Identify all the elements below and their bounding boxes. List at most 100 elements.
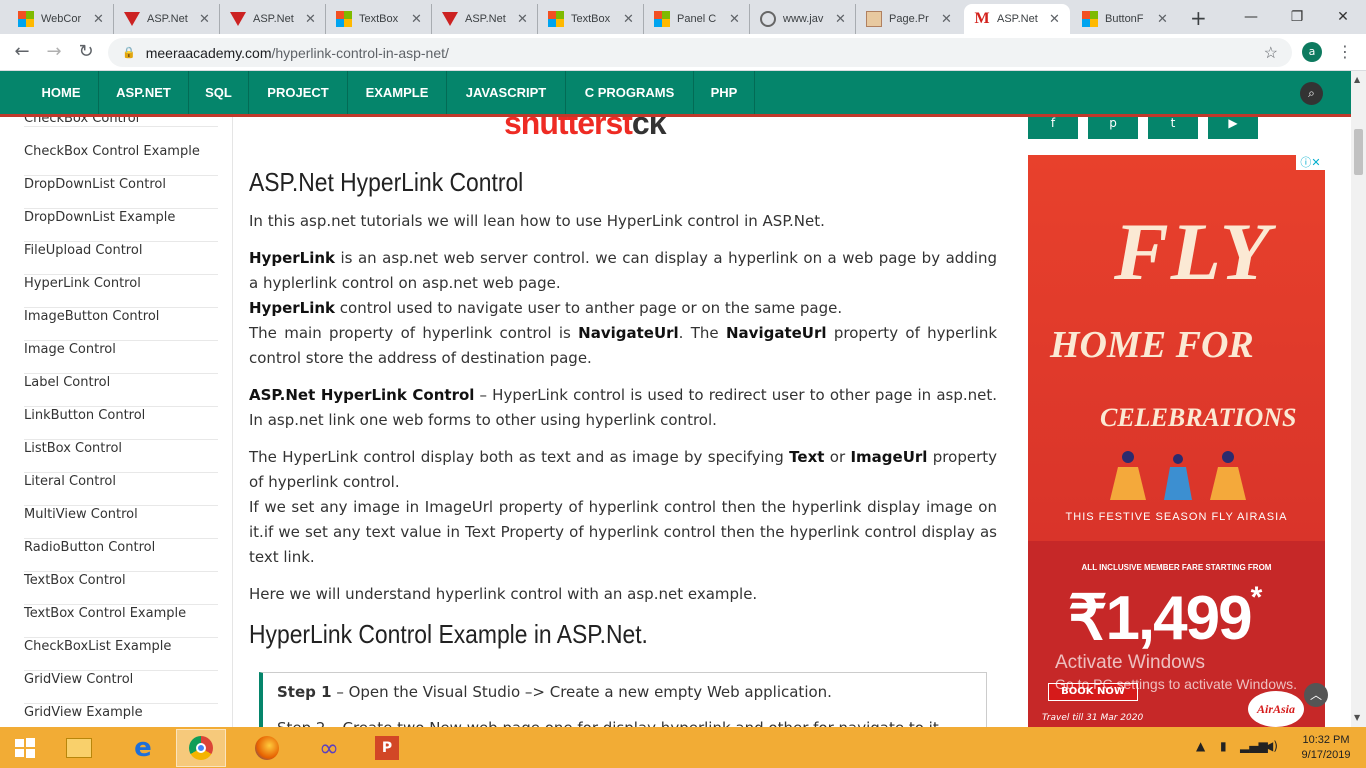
sidebar-item[interactable]: Label Control [24, 374, 218, 407]
avatar[interactable]: a [1302, 42, 1322, 62]
sidebar-item[interactable]: GridView Control [24, 671, 218, 704]
youtube-icon[interactable]: ▶ [1208, 117, 1258, 139]
sidebar-item[interactable]: TextBox Control [24, 572, 218, 605]
nav-item-aspnet[interactable]: ASP.NET [99, 71, 189, 114]
sidebar-item[interactable]: CheckBoxList Example [24, 638, 218, 671]
windows-icon [548, 11, 564, 27]
pinterest-icon[interactable]: p [1088, 117, 1138, 139]
close-icon[interactable]: ✕ [93, 11, 104, 27]
browser-tab[interactable]: ButtonF ✕ [1072, 4, 1178, 34]
sidebar-item[interactable]: ImageButton Control [24, 308, 218, 341]
browser-tab[interactable]: Page.Pr ✕ [856, 4, 962, 34]
chrome-icon[interactable] [176, 729, 226, 767]
w3schools-icon [124, 12, 140, 26]
sidebar-item[interactable]: Image Control [24, 341, 218, 374]
sidebar-item[interactable]: LinkButton Control [24, 407, 218, 440]
nav-item-example[interactable]: EXAMPLE [348, 71, 447, 114]
tray-arrow-icon[interactable]: ▲ [1196, 739, 1205, 753]
browser-tab[interactable]: www.jav ✕ [750, 4, 856, 34]
scroll-to-top-button[interactable]: ︿ [1304, 683, 1328, 707]
page-icon [866, 11, 882, 27]
intro-paragraph: In this asp.net tutorials we will lean h… [249, 212, 825, 230]
nav-item-sql[interactable]: SQL [189, 71, 249, 114]
file-explorer-icon[interactable] [54, 729, 104, 767]
sidebar-item[interactable]: FileUpload Control [24, 242, 218, 275]
scroll-down-icon[interactable]: ▼ [1354, 713, 1360, 722]
powerpoint-icon[interactable]: P [362, 729, 412, 767]
search-icon[interactable]: ⌕ [1300, 82, 1323, 105]
scroll-up-icon[interactable]: ▲ [1354, 75, 1360, 84]
new-tab-button[interactable]: + [1190, 6, 1207, 30]
ad-tagline: THIS FESTIVE SEASON FLY AIRASIA [1065, 511, 1288, 523]
ad-headline: CELEBRATIONS [1100, 403, 1297, 432]
url-input[interactable]: 🔒 meeraacademy.com/hyperlink-control-in-… [108, 38, 1292, 67]
nav-item-php[interactable]: PHP [694, 71, 755, 114]
nav-item-c-programs[interactable]: C PROGRAMS [566, 71, 694, 114]
nav-item-javascript[interactable]: JAVASCRIPT [447, 71, 566, 114]
vertical-scrollbar[interactable]: ▲ ▼ [1351, 71, 1366, 727]
sidebar-item[interactable]: DropDownList Control [24, 176, 218, 209]
close-icon[interactable]: ✕ [199, 11, 210, 27]
airasia-logo: AirAsia [1248, 691, 1304, 727]
browser-tab[interactable]: ASP.Net ✕ [114, 4, 220, 34]
close-icon[interactable]: ✕ [305, 11, 316, 27]
meera-icon: M [974, 10, 990, 27]
paragraph: Here we will understand hyperlink contro… [249, 585, 758, 603]
forward-icon[interactable]: → [42, 41, 66, 62]
close-icon[interactable]: ✕ [835, 11, 846, 27]
maximize-button[interactable]: ❐ [1274, 0, 1320, 34]
more-menu-icon[interactable]: ⋮ [1337, 42, 1353, 61]
close-icon[interactable]: ✕ [517, 11, 528, 27]
browser-tab[interactable]: TextBox ✕ [326, 4, 432, 34]
sidebar-item[interactable]: ListBox Control [24, 440, 218, 473]
close-icon[interactable]: ✕ [411, 11, 422, 27]
scrollbar-thumb[interactable] [1354, 129, 1363, 175]
browser-tab[interactable]: WebCor ✕ [8, 4, 114, 34]
sidebar-item[interactable]: Literal Control [24, 473, 218, 506]
start-button[interactable] [0, 729, 50, 767]
system-clock[interactable]: 10:32 PM 9/17/2019 [1294, 733, 1358, 763]
url-domain: meeraacademy.com [145, 44, 272, 61]
internet-explorer-icon[interactable]: e [118, 729, 168, 767]
sidebar-item[interactable]: GridView Example [24, 704, 218, 727]
visual-studio-icon[interactable]: ∞ [304, 729, 354, 767]
adchoices-icon[interactable]: ⓘ✕ [1296, 155, 1325, 170]
reload-icon[interactable]: ↻ [74, 41, 98, 62]
nav-item-home[interactable]: HOME [24, 71, 99, 114]
back-icon[interactable]: ← [10, 41, 34, 62]
facebook-icon[interactable]: f [1028, 117, 1078, 139]
address-bar: ← → ↻ 🔒 meeraacademy.com/hyperlink-contr… [0, 34, 1366, 71]
close-icon[interactable]: ✕ [623, 11, 634, 27]
sidebar-item[interactable]: CheckBox Control [24, 117, 218, 127]
section-heading: HyperLink Control Example in ASP.Net. [249, 619, 648, 649]
star-icon[interactable]: ☆ [1264, 43, 1278, 63]
airasia-ad[interactable]: FLY HOME FOR CELEBRATIONS THIS FESTIVE S… [1028, 155, 1325, 727]
sidebar-item[interactable]: DropDownList Example [24, 209, 218, 242]
close-window-button[interactable]: ✕ [1320, 0, 1366, 34]
close-icon[interactable]: ✕ [729, 11, 740, 27]
firefox-icon[interactable] [242, 729, 292, 767]
browser-tab[interactable]: Panel C ✕ [644, 4, 750, 34]
browser-tab[interactable]: ASP.Net ✕ [432, 4, 538, 34]
windows-icon [1082, 11, 1098, 27]
sidebar-item[interactable]: RadioButton Control [24, 539, 218, 572]
volume-icon[interactable]: ◀) [1264, 739, 1278, 753]
sidebar-item[interactable]: HyperLink Control [24, 275, 218, 308]
shutterstock-logo[interactable]: shutterstck [504, 117, 666, 142]
windows-activation-watermark: Activate Windows Go to PC settings to ac… [1055, 652, 1297, 692]
close-icon[interactable]: ✕ [1049, 11, 1060, 27]
sidebar-item[interactable]: TextBox Control Example [24, 605, 218, 638]
minimize-button[interactable]: — [1228, 0, 1274, 34]
browser-tab[interactable]: TextBox ✕ [538, 4, 644, 34]
twitter-icon[interactable]: t [1148, 117, 1198, 139]
sidebar-item[interactable]: CheckBox Control Example [24, 143, 218, 176]
step-2: Step 2 – Create two New web page one for… [277, 719, 944, 727]
browser-tab-active[interactable]: M ASP.Net ✕ [964, 4, 1070, 34]
browser-tab[interactable]: ASP.Net ✕ [220, 4, 326, 34]
paragraph: HyperLink is an asp.net web server contr… [249, 249, 998, 367]
sidebar-item[interactable]: MultiView Control [24, 506, 218, 539]
battery-icon[interactable]: ▮ [1220, 739, 1227, 753]
close-icon[interactable]: ✕ [1157, 11, 1168, 27]
nav-item-project[interactable]: PROJECT [249, 71, 348, 114]
close-icon[interactable]: ✕ [941, 11, 952, 27]
